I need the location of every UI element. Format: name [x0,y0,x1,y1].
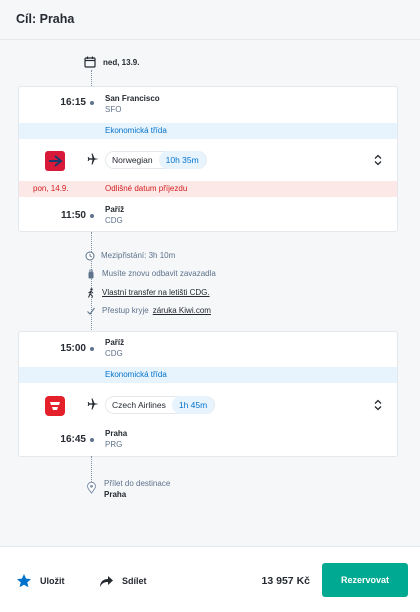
stopover-info: Mezipřistání: 3h 10m [85,250,176,261]
cabin-class: Ekonomická třída [19,367,397,383]
arrival-city: Praha [105,429,128,438]
warning-text: Odlišné datum příjezdu [105,184,188,193]
timeline-rail [91,232,92,332]
share-button[interactable]: Sdílet [98,573,147,589]
arrival-time: 16:45 [60,434,86,445]
date-text: ned, 13.9. [103,57,140,67]
calendar-icon [84,56,96,68]
airline-name: Norwegian [112,155,153,165]
timeline-dot [90,214,94,218]
destination-label: Přílet do destinace [104,479,171,488]
czech-airlines-logo [45,396,65,416]
departure-code: SFO [105,105,122,114]
expand-icon[interactable] [373,399,383,411]
timeline-dot [90,101,94,105]
final-destination: Přílet do destinace Praha [104,478,170,500]
flight-segment-2: 15:00 Paříž CDG Ekonomická třída Czech A… [18,331,398,457]
flight-duration: 1h 45m [171,396,215,414]
luggage-icon [88,269,94,278]
arrival-time: 11:50 [60,210,86,221]
location-pin-icon [86,482,97,494]
timeline-dot [90,347,94,351]
flight-segment-1: 16:15 San Francisco SFO Ekonomická třída… [18,86,398,232]
departure-date: ned, 13.9. [84,56,139,68]
arrival-place: Praha PRG [105,428,127,450]
airline-logo-icon [50,402,60,410]
warning-date: pon, 14.9. [33,184,69,193]
booking-footer: Uložit Sdílet 13 957 Kč Rezervovat [0,546,420,612]
destination-city: Praha [104,490,127,499]
kiwi-guarantee-link[interactable]: záruka Kiwi.com [153,305,211,316]
share-label: Sdílet [122,576,147,586]
arrival-code: CDG [105,216,123,225]
date-change-warning: pon, 14.9. Odlišné datum příjezdu [19,181,397,197]
airline-row[interactable]: Czech Airlines 1h 45m [19,390,397,420]
departure-time: 16:15 [60,97,86,108]
page-title: Cíl: Praha [16,12,75,26]
star-icon [17,574,31,588]
airline-pill: Norwegian 10h 35m [105,151,207,169]
plane-icon [87,153,99,165]
guarantee-prefix: Přestup kryje [102,306,149,315]
flight-duration: 10h 35m [158,151,206,169]
timeline-rail [91,456,92,482]
header: Cíl: Praha [0,0,420,40]
save-button[interactable]: Uložit [16,573,65,589]
departure-code: CDG [105,349,123,358]
cabin-class: Ekonomická třída [19,123,397,139]
departure-place: San Francisco SFO [105,93,160,115]
arrival-city: Paříž [105,205,125,214]
norwegian-logo [45,151,65,171]
transfer-link[interactable]: Vlastní transfer na letišti CDG. [102,287,210,298]
departure-city: Paříž [105,338,125,347]
save-label: Uložit [40,576,65,586]
clock-icon [85,251,95,260]
guarantee-info: Přestup kryje záruka Kiwi.com [86,305,211,316]
arrival-place: Paříž CDG [105,204,124,226]
departure-city: San Francisco [105,94,160,103]
book-button[interactable]: Rezervovat [322,563,408,597]
arrival-code: PRG [105,440,123,449]
airline-name: Czech Airlines [112,400,166,410]
checkmark-icon [87,307,95,315]
plane-icon [87,398,99,410]
airline-row[interactable]: Norwegian 10h 35m [19,145,397,175]
timeline-dot [90,438,94,442]
departure-place: Paříž CDG [105,337,124,359]
share-arrow-icon [100,576,113,587]
walking-person-icon [88,287,94,298]
baggage-text: Musíte znovu odbavit zavazadla [102,269,216,278]
airline-pill: Czech Airlines 1h 45m [105,396,216,414]
transfer-info: Vlastní transfer na letišti CDG. [86,287,210,298]
baggage-info: Musíte znovu odbavit zavazadla [86,268,216,279]
departure-time: 15:00 [60,343,86,354]
expand-icon[interactable] [373,154,383,166]
total-price: 13 957 Kč [261,575,310,587]
airline-logo-icon [49,155,63,167]
stopover-text: Mezipřistání: 3h 10m [101,251,176,260]
